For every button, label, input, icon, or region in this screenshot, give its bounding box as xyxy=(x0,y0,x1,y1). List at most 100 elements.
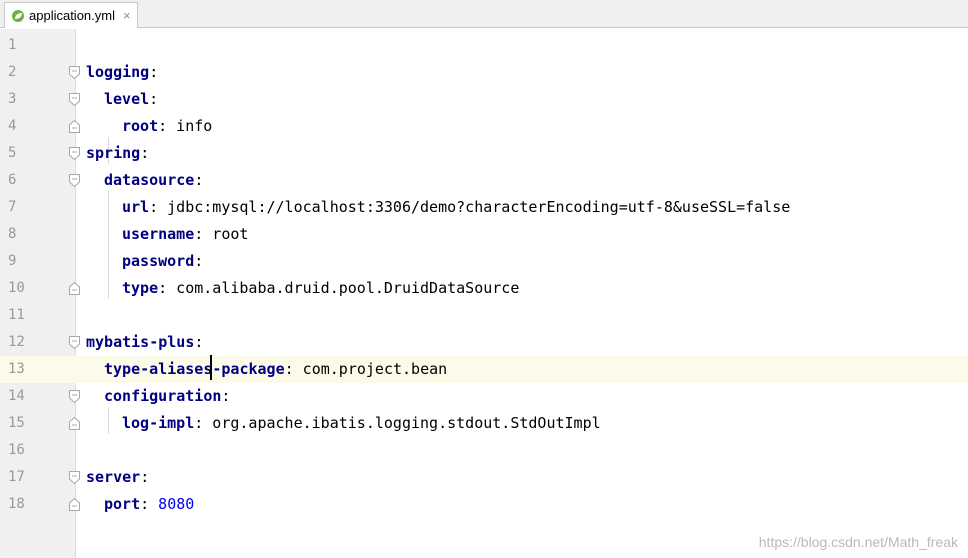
line-number: 7 xyxy=(8,199,17,215)
line-number: 15 xyxy=(8,415,25,431)
gutter-cell: 12 xyxy=(0,329,80,356)
code-line[interactable]: 6 datasource: xyxy=(0,167,968,194)
code-line[interactable]: 2 logging: xyxy=(0,59,968,86)
line-number: 13 xyxy=(8,361,25,377)
gutter-cell: 4 xyxy=(0,113,80,140)
line-number: 14 xyxy=(8,388,25,404)
yaml-value: jdbc:mysql://localhost:3306/demo?charact… xyxy=(158,198,791,216)
yaml-key: logging xyxy=(86,63,150,81)
code-line[interactable]: 13 type-aliases-package: com.project.bean xyxy=(0,356,968,383)
gutter-cell: 10 xyxy=(0,275,80,302)
text-caret xyxy=(210,355,212,380)
code-line[interactable]: 11 xyxy=(0,302,968,329)
gutter-cell: 9 xyxy=(0,248,76,275)
yaml-key: configuration xyxy=(104,387,222,405)
code-text: log-impl: org.apache.ibatis.logging.stdo… xyxy=(122,410,601,437)
fold-open-icon[interactable] xyxy=(69,174,80,187)
code-line[interactable]: 5 spring: xyxy=(0,140,968,167)
gutter-cell: 18 xyxy=(0,491,80,518)
yaml-value: com.project.bean xyxy=(293,360,448,378)
code-line[interactable]: 7 url: jdbc:mysql://localhost:3306/demo?c… xyxy=(0,194,968,221)
yaml-value: org.apache.ibatis.logging.stdout.StdOutI… xyxy=(203,414,601,432)
code-text: configuration: xyxy=(104,383,230,410)
yaml-colon: : xyxy=(140,468,150,486)
code-text: port: 8080 xyxy=(104,491,194,518)
code-text: level: xyxy=(104,86,158,113)
code-line[interactable]: 10 type: com.alibaba.druid.pool.DruidData… xyxy=(0,275,968,302)
yaml-value: info xyxy=(167,117,213,135)
yaml-key: mybatis-plus xyxy=(86,333,195,351)
fold-open-icon[interactable] xyxy=(69,93,80,106)
yaml-key: url xyxy=(122,198,150,216)
line-number: 3 xyxy=(8,91,17,107)
code-text: type-aliases-package: com.project.bean xyxy=(104,356,447,383)
yaml-key: level xyxy=(104,90,150,108)
yaml-key: log-impl xyxy=(122,414,195,432)
code-line[interactable]: 12 mybatis-plus: xyxy=(0,329,968,356)
gutter-cell: 7 xyxy=(0,194,76,221)
fold-end-icon[interactable] xyxy=(69,282,80,295)
fold-open-icon[interactable] xyxy=(69,390,80,403)
close-tab-icon[interactable]: × xyxy=(123,8,131,23)
fold-end-icon[interactable] xyxy=(69,417,80,430)
yaml-colon: : xyxy=(158,279,168,297)
yaml-colon: : xyxy=(194,414,204,432)
code-text: username: root xyxy=(122,221,248,248)
code-line[interactable]: 14 configuration: xyxy=(0,383,968,410)
yaml-key: type xyxy=(122,279,159,297)
line-number: 4 xyxy=(8,118,17,134)
tab-application-yml[interactable]: application.yml × xyxy=(4,2,138,28)
code-text: spring: xyxy=(86,140,149,167)
yaml-colon: : xyxy=(194,225,204,243)
gutter-cell: 14 xyxy=(0,383,80,410)
code-text: url: jdbc:mysql://localhost:3306/demo?ch… xyxy=(122,194,790,221)
yaml-colon: : xyxy=(194,252,204,270)
gutter-cell: 2 xyxy=(0,59,80,86)
code-text: root: info xyxy=(122,113,212,140)
yaml-key: root xyxy=(122,117,159,135)
code-line[interactable]: 9 password: xyxy=(0,248,968,275)
code-line[interactable]: 4 root: info xyxy=(0,113,968,140)
yaml-key: username xyxy=(122,225,195,243)
gutter-cell: 5 xyxy=(0,140,80,167)
yaml-colon: : xyxy=(221,387,231,405)
code-text: datasource: xyxy=(104,167,203,194)
code-line[interactable]: 15 log-impl: org.apache.ibatis.logging.st… xyxy=(0,410,968,437)
fold-end-icon[interactable] xyxy=(69,498,80,511)
editor-tab-bar: application.yml × xyxy=(0,0,968,28)
gutter-cell: 15 xyxy=(0,410,80,437)
spring-leaf-icon xyxy=(12,9,24,22)
fold-end-icon[interactable] xyxy=(69,120,80,133)
yaml-value: com.alibaba.druid.pool.DruidDataSource xyxy=(167,279,520,297)
code-line[interactable]: 18 port: 8080 xyxy=(0,491,968,518)
code-line[interactable]: 1 xyxy=(0,32,968,59)
code-text: server: xyxy=(86,464,149,491)
line-number: 18 xyxy=(8,496,25,512)
gutter-cell: 3 xyxy=(0,86,80,113)
gutter-cell: 8 xyxy=(0,221,76,248)
code-line[interactable]: 3 level: xyxy=(0,86,968,113)
yaml-value: root xyxy=(203,225,249,243)
code-text: type: com.alibaba.druid.pool.DruidDataSo… xyxy=(122,275,519,302)
code-text: password: xyxy=(122,248,203,275)
yaml-key: password xyxy=(122,252,195,270)
gutter-cell: 13 xyxy=(0,356,76,383)
fold-open-icon[interactable] xyxy=(69,147,80,160)
line-number: 9 xyxy=(8,253,17,269)
tab-label: application.yml xyxy=(29,8,115,23)
gutter-cell: 11 xyxy=(0,302,76,329)
line-number: 2 xyxy=(8,64,17,80)
fold-open-icon[interactable] xyxy=(69,66,80,79)
code-line[interactable]: 17 server: xyxy=(0,464,968,491)
yaml-colon: : xyxy=(149,63,159,81)
fold-open-icon[interactable] xyxy=(69,471,80,484)
yaml-key: port xyxy=(104,495,141,513)
code-line[interactable]: 16 xyxy=(0,437,968,464)
yaml-colon: : xyxy=(149,90,159,108)
line-number: 6 xyxy=(8,172,17,188)
code-editor[interactable]: 1 2 logging: 3 level: 4 root: info 5 spring: 6 dat… xyxy=(0,29,968,558)
fold-open-icon[interactable] xyxy=(69,336,80,349)
line-number: 12 xyxy=(8,334,25,350)
gutter-cell: 17 xyxy=(0,464,80,491)
code-line[interactable]: 8 username: root xyxy=(0,221,968,248)
